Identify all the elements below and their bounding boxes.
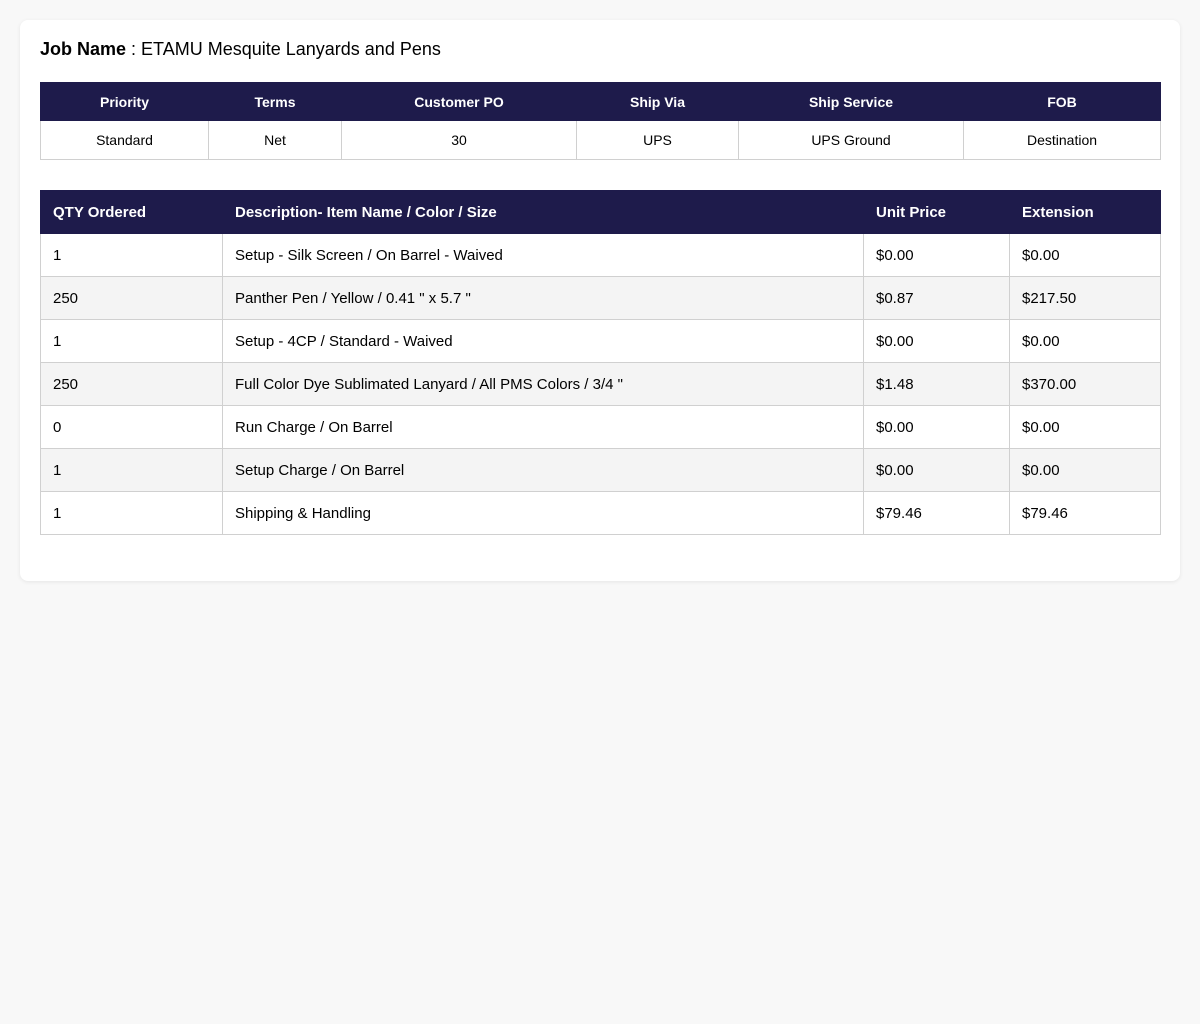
customer-po-value: 30 xyxy=(341,120,577,160)
fob-value: Destination xyxy=(963,120,1161,160)
terms-value: Net xyxy=(208,120,342,160)
extension-cell: $0.00 xyxy=(1009,233,1161,277)
order-info-values-row: Standard Net 30 UPS UPS Ground Destinati… xyxy=(40,120,1161,160)
description-cell: Setup - 4CP / Standard - Waived xyxy=(222,319,864,363)
customer-po-header: Customer PO xyxy=(341,82,577,121)
extension-header: Extension xyxy=(1009,190,1161,234)
extension-cell: $217.50 xyxy=(1009,276,1161,320)
unit-price-cell: $0.00 xyxy=(863,448,1010,492)
order-info-table: Priority Terms Customer PO Ship Via Ship… xyxy=(40,82,1161,160)
line-items-header-row: QTY Ordered Description- Item Name / Col… xyxy=(40,190,1161,234)
table-row: 1 Setup - Silk Screen / On Barrel - Waiv… xyxy=(40,233,1161,277)
description-cell: Run Charge / On Barrel xyxy=(222,405,864,449)
unit-price-cell: $0.87 xyxy=(863,276,1010,320)
qty-cell: 1 xyxy=(40,448,223,492)
job-name-value: ETAMU Mesquite Lanyards and Pens xyxy=(141,39,441,59)
priority-value: Standard xyxy=(40,120,209,160)
table-row: 250 Full Color Dye Sublimated Lanyard / … xyxy=(40,362,1161,406)
table-row: 1 Setup Charge / On Barrel $0.00 $0.00 xyxy=(40,448,1161,492)
qty-header: QTY Ordered xyxy=(40,190,223,234)
qty-cell: 1 xyxy=(40,233,223,277)
ship-service-header: Ship Service xyxy=(738,82,964,121)
order-card: Job Name : ETAMU Mesquite Lanyards and P… xyxy=(20,20,1180,581)
priority-header: Priority xyxy=(40,82,209,121)
description-cell: Panther Pen / Yellow / 0.41 " x 5.7 " xyxy=(222,276,864,320)
extension-cell: $79.46 xyxy=(1009,491,1161,535)
extension-cell: $0.00 xyxy=(1009,405,1161,449)
ship-via-value: UPS xyxy=(576,120,739,160)
ship-via-header: Ship Via xyxy=(576,82,739,121)
unit-price-cell: $79.46 xyxy=(863,491,1010,535)
description-cell: Shipping & Handling xyxy=(222,491,864,535)
description-cell: Setup Charge / On Barrel xyxy=(222,448,864,492)
description-header: Description- Item Name / Color / Size xyxy=(222,190,864,234)
table-row: 1 Setup - 4CP / Standard - Waived $0.00 … xyxy=(40,319,1161,363)
table-row: 0 Run Charge / On Barrel $0.00 $0.00 xyxy=(40,405,1161,449)
job-name-separator: : xyxy=(126,39,142,59)
qty-cell: 0 xyxy=(40,405,223,449)
extension-cell: $370.00 xyxy=(1009,362,1161,406)
unit-price-cell: $0.00 xyxy=(863,405,1010,449)
job-name-label: Job Name xyxy=(40,39,127,59)
description-cell: Full Color Dye Sublimated Lanyard / All … xyxy=(222,362,864,406)
fob-header: FOB xyxy=(963,82,1161,121)
job-name-line: Job Name : ETAMU Mesquite Lanyards and P… xyxy=(40,39,1160,59)
qty-cell: 1 xyxy=(40,319,223,363)
order-info-header-row: Priority Terms Customer PO Ship Via Ship… xyxy=(40,82,1161,121)
ship-service-value: UPS Ground xyxy=(738,120,964,160)
table-row: 1 Shipping & Handling $79.46 $79.46 xyxy=(40,491,1161,535)
qty-cell: 250 xyxy=(40,276,223,320)
table-row: 250 Panther Pen / Yellow / 0.41 " x 5.7 … xyxy=(40,276,1161,320)
qty-cell: 1 xyxy=(40,491,223,535)
line-items-table: QTY Ordered Description- Item Name / Col… xyxy=(40,190,1161,535)
unit-price-cell: $0.00 xyxy=(863,319,1010,363)
terms-header: Terms xyxy=(208,82,342,121)
unit-price-cell: $1.48 xyxy=(863,362,1010,406)
unit-price-cell: $0.00 xyxy=(863,233,1010,277)
description-cell: Setup - Silk Screen / On Barrel - Waived xyxy=(222,233,864,277)
qty-cell: 250 xyxy=(40,362,223,406)
extension-cell: $0.00 xyxy=(1009,319,1161,363)
unit-price-header: Unit Price xyxy=(863,190,1010,234)
extension-cell: $0.00 xyxy=(1009,448,1161,492)
